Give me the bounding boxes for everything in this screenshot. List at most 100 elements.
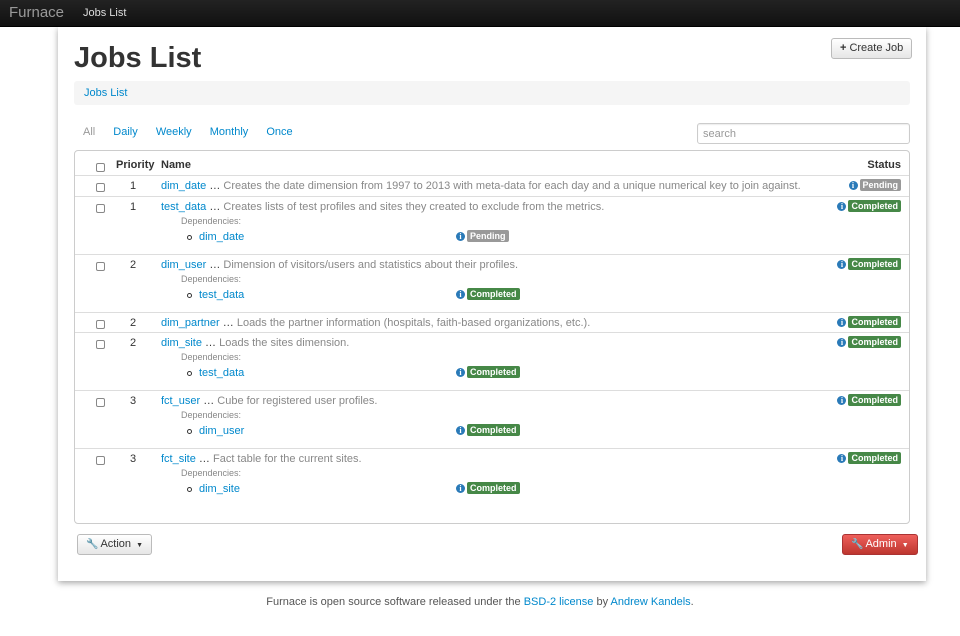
info-icon[interactable]: i	[456, 483, 465, 493]
info-icon[interactable]: i	[456, 231, 465, 241]
wrench-icon: 🔧	[86, 539, 99, 550]
status-badge: Completed	[848, 336, 901, 349]
job-name-link[interactable]: fct_user	[161, 395, 200, 407]
name-cell: fct_site … Fact table for the current si…	[161, 453, 362, 465]
column-header-status[interactable]: Status	[867, 159, 901, 171]
status-cell: i Pending	[848, 179, 901, 192]
info-icon[interactable]: i	[837, 317, 847, 327]
job-description: Dimension of visitors/users and statisti…	[223, 259, 519, 271]
status-badge: Completed	[467, 424, 520, 437]
jobs-table: Priority Name Status 1 dim_date … Creates…	[74, 150, 910, 524]
job-name-link[interactable]: dim_site	[161, 337, 202, 349]
dependencies-label: Dependencies:	[181, 352, 242, 362]
job-description: Cube for registered user profiles.	[217, 395, 378, 407]
status-cell: i Completed	[837, 200, 901, 213]
dependency-status: i Completed	[456, 288, 520, 301]
priority-cell: 2	[129, 259, 137, 271]
job-description: Loads the sites dimension.	[219, 337, 350, 349]
info-icon[interactable]: i	[837, 259, 847, 269]
job-description: Fact table for the current sites.	[212, 453, 362, 465]
dependencies-label: Dependencies:	[181, 468, 242, 478]
search-input[interactable]	[697, 123, 910, 144]
priority-cell: 3	[129, 395, 137, 407]
dependency-status: i Completed	[456, 482, 520, 495]
table-row: 3 fct_site … Fact table for the current s…	[75, 448, 909, 506]
license-link[interactable]: BSD-2 license	[524, 596, 594, 608]
dependency-link[interactable]: test_data	[199, 289, 244, 301]
info-icon[interactable]: i	[837, 395, 847, 405]
info-icon[interactable]: i	[456, 425, 465, 435]
bullet-icon	[187, 487, 192, 492]
dependencies-label: Dependencies:	[181, 410, 242, 420]
create-job-button[interactable]: + Create Job	[831, 38, 913, 59]
ellipsis-text: …	[203, 395, 215, 407]
info-icon[interactable]: i	[837, 337, 847, 347]
status-badge: Completed	[467, 288, 520, 301]
info-icon[interactable]: i	[837, 453, 847, 463]
info-icon[interactable]: i	[837, 201, 847, 211]
info-icon[interactable]: i	[456, 367, 465, 377]
admin-label: Admin	[865, 538, 897, 550]
footer-period: .	[690, 596, 694, 608]
tab-daily[interactable]: Daily	[113, 126, 137, 138]
main-panel: Jobs List + Create Job Jobs List All Dail…	[58, 27, 926, 581]
top-navbar: Furnace Jobs List	[0, 0, 960, 27]
info-icon[interactable]: i	[456, 289, 465, 299]
status-badge: Pending	[467, 230, 509, 243]
dependency-link[interactable]: dim_site	[199, 483, 240, 495]
ellipsis-text: …	[205, 337, 217, 349]
job-name-link[interactable]: fct_site	[161, 453, 196, 465]
row-checkbox[interactable]	[96, 183, 105, 192]
status-badge: Completed	[848, 394, 901, 407]
select-all-checkbox[interactable]	[96, 163, 105, 172]
table-row: 2 dim_site … Loads the sites dimension. i C…	[75, 332, 909, 390]
dependency-link[interactable]: dim_date	[199, 231, 244, 243]
info-icon[interactable]: i	[848, 180, 858, 190]
ellipsis-text: …	[209, 259, 221, 271]
job-name-link[interactable]: dim_date	[161, 180, 206, 192]
dependency-status: i Completed	[456, 366, 520, 379]
action-dropdown-button[interactable]: 🔧 Action ▼	[77, 534, 153, 555]
bullet-icon	[187, 429, 192, 434]
job-name-link[interactable]: test_data	[161, 201, 206, 213]
dependency-link[interactable]: dim_user	[199, 425, 244, 437]
job-description: Creates the date dimension from 1997 to …	[223, 180, 801, 192]
breadcrumb: Jobs List	[74, 81, 910, 105]
tab-weekly[interactable]: Weekly	[156, 126, 192, 138]
tab-all[interactable]: All	[83, 126, 95, 138]
dependency-status: i Pending	[456, 230, 509, 243]
admin-dropdown-button[interactable]: 🔧 Admin ▼	[842, 534, 918, 555]
nav-link-jobs-list[interactable]: Jobs List	[83, 7, 126, 19]
footer-text-by: by	[596, 596, 609, 608]
table-row: 2 dim_partner … Loads the partner informa…	[75, 312, 909, 332]
priority-cell: 2	[129, 317, 137, 329]
row-checkbox[interactable]	[96, 204, 105, 213]
ellipsis-text: …	[222, 317, 234, 329]
column-header-name[interactable]: Name	[161, 159, 191, 171]
dependency-link[interactable]: test_data	[199, 367, 244, 379]
status-badge: Completed	[848, 316, 901, 329]
dependencies-label: Dependencies:	[181, 274, 242, 284]
status-cell: i Completed	[837, 258, 901, 271]
row-checkbox[interactable]	[96, 340, 105, 349]
tab-once[interactable]: Once	[266, 126, 292, 138]
job-name-link[interactable]: dim_partner	[161, 317, 220, 329]
brand-logo[interactable]: Furnace	[9, 4, 64, 21]
tab-monthly[interactable]: Monthly	[210, 126, 249, 138]
job-name-link[interactable]: dim_user	[161, 259, 206, 271]
table-row: 1 test_data … Creates lists of test profi…	[75, 196, 909, 254]
ellipsis-text: …	[209, 180, 221, 192]
bullet-icon	[187, 371, 192, 376]
row-checkbox[interactable]	[96, 262, 105, 271]
row-checkbox[interactable]	[96, 398, 105, 407]
row-checkbox[interactable]	[96, 456, 105, 465]
filter-tabs: All Daily Weekly Monthly Once	[83, 126, 293, 138]
status-badge: Pending	[859, 179, 901, 192]
author-link[interactable]: Andrew Kandels	[611, 596, 691, 608]
table-header: Priority Name Status	[75, 151, 909, 176]
column-header-priority[interactable]: Priority	[116, 159, 155, 171]
bullet-icon	[187, 293, 192, 298]
breadcrumb-item-jobs-list[interactable]: Jobs List	[84, 87, 127, 99]
action-label: Action	[100, 538, 132, 550]
row-checkbox[interactable]	[96, 320, 105, 329]
